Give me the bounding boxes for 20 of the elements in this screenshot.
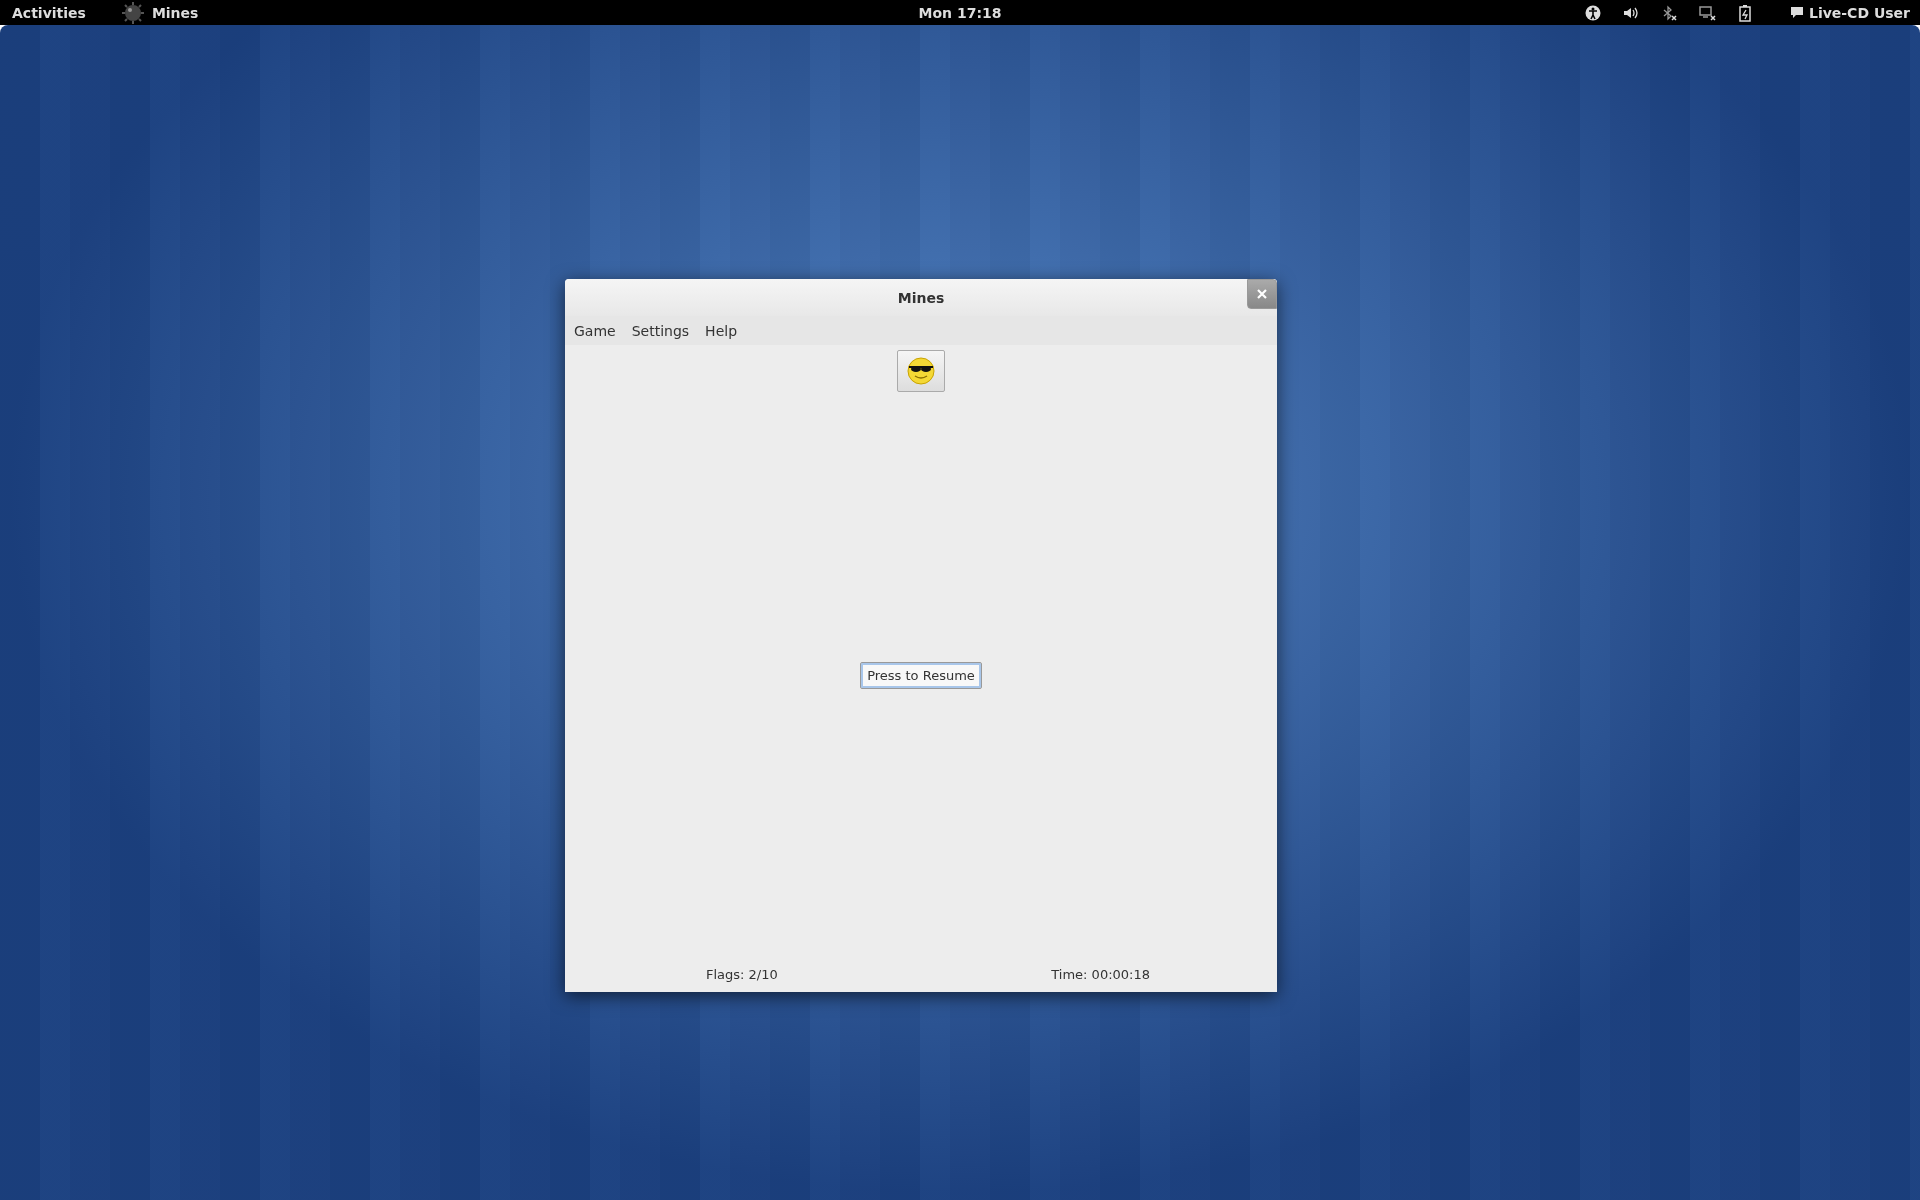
activities-button[interactable]: Activities <box>12 4 86 21</box>
clock[interactable]: Mon 17:18 <box>918 4 1002 21</box>
menu-item[interactable]: Settings <box>631 322 690 339</box>
menu-item[interactable]: Help <box>705 322 738 339</box>
mine-icon <box>121 1 144 24</box>
close-button[interactable] <box>1247 279 1277 309</box>
chat-bubble-icon <box>1789 6 1804 19</box>
resume-button[interactable]: Press to Resume <box>860 662 982 689</box>
sunglasses-smiley-icon <box>905 355 937 387</box>
battery-icon[interactable] <box>1738 3 1753 22</box>
network-icon[interactable] <box>1698 4 1717 21</box>
flags-counter: Flags: 2/10 <box>706 967 778 982</box>
timer: Time: 00:00:18 <box>1051 967 1150 982</box>
user-menu-button[interactable]: Live-CD User <box>1808 4 1910 21</box>
menu-item[interactable]: Game <box>574 322 616 339</box>
accessibility-icon[interactable] <box>1584 4 1601 21</box>
face-button[interactable] <box>897 350 945 392</box>
app-menu-button[interactable]: Mines <box>151 4 199 21</box>
close-icon <box>1256 288 1268 300</box>
window-title: Mines <box>897 289 945 306</box>
